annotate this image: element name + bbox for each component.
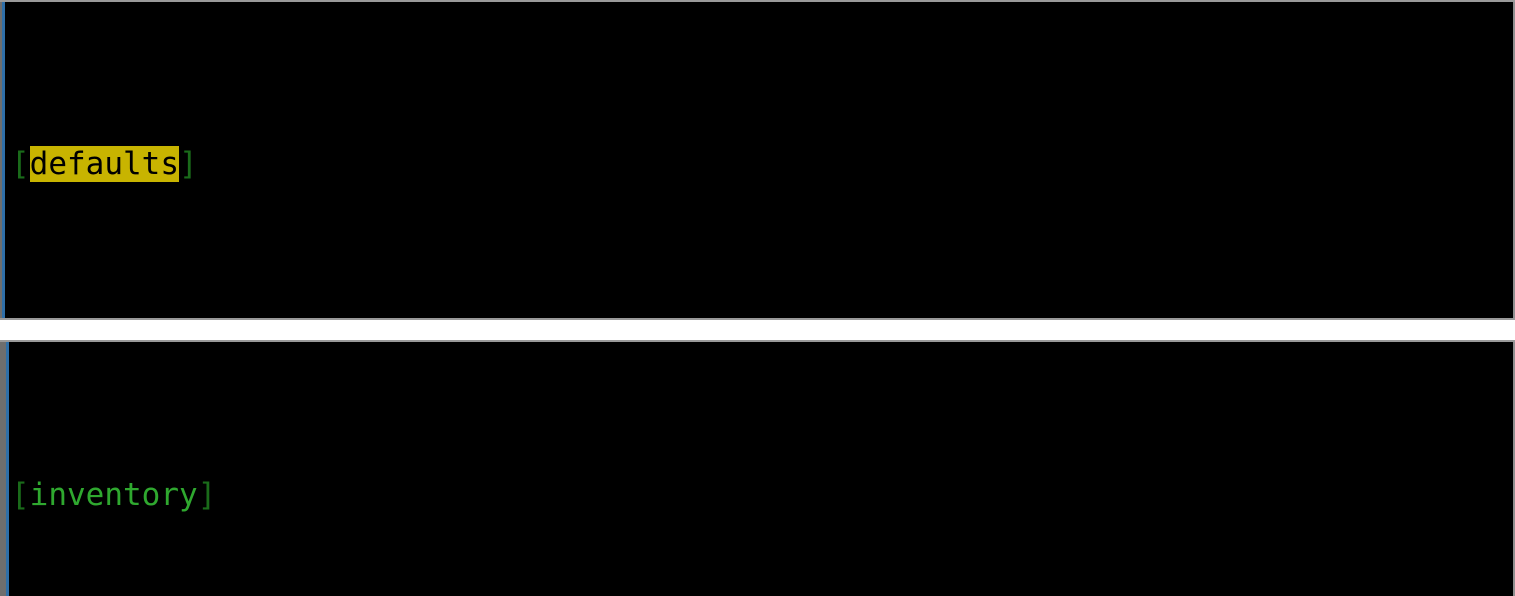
code-content-defaults: [defaults] # some basic default values..… xyxy=(11,17,1511,318)
section-name-inventory: inventory xyxy=(29,477,198,513)
terminal-pane-defaults[interactable]: [defaults] # some basic default values..… xyxy=(0,0,1515,320)
terminal-pane-inventory[interactable]: [inventory] # enable inventory plugins, … xyxy=(0,340,1515,596)
section-name-highlighted: defaults xyxy=(29,146,179,182)
pane-gutter-top xyxy=(0,2,5,318)
code-line-section-defaults: [defaults] xyxy=(11,143,1511,185)
section-bracket-close: ] xyxy=(178,146,198,182)
section-bracket-open: [ xyxy=(11,146,30,182)
terminal-screen: [defaults] # some basic default values..… xyxy=(0,0,1515,596)
code-content-inventory: [inventory] # enable inventory plugins, … xyxy=(11,348,1511,596)
pane-gutter-bottom xyxy=(0,342,9,596)
section-bracket-close: ] xyxy=(197,477,217,513)
gutter-blue-stripe xyxy=(6,342,9,596)
gutter-blue-stripe xyxy=(2,2,5,318)
section-bracket-open: [ xyxy=(11,477,30,513)
code-line-section-inventory: [inventory] xyxy=(11,474,1511,516)
